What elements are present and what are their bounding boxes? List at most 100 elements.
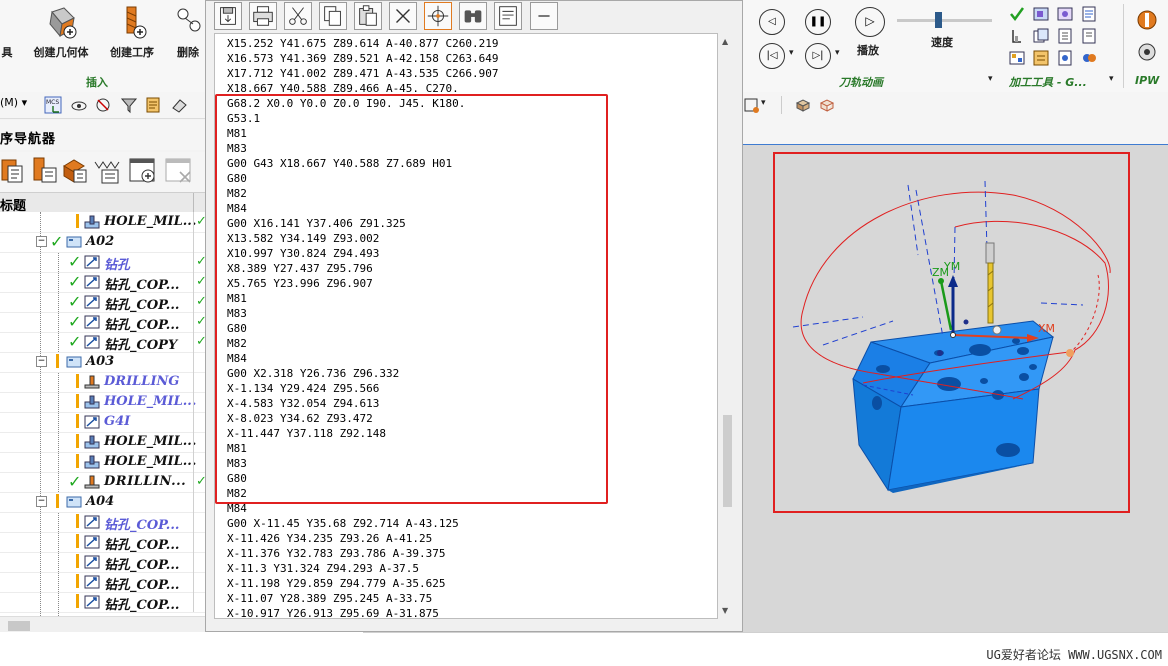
output-cls-icon[interactable] <box>1009 50 1025 66</box>
verify-icon[interactable] <box>1009 6 1025 22</box>
nc-code-line[interactable]: X-11.376 Y32.783 Z93.786 A-39.375 <box>227 546 499 561</box>
nc-code-line[interactable]: G80 <box>227 471 499 486</box>
tree-row-selected[interactable]: ✓ DRILLIN... ✓ <box>0 472 205 493</box>
nc-code-line[interactable]: X-11.426 Y34.235 Z93.26 A-41.25 <box>227 531 499 546</box>
create-geometry-button[interactable]: 创建几何体 <box>26 4 96 60</box>
selection-filter-icon[interactable] <box>743 97 759 113</box>
machine-tool-view-icon[interactable] <box>30 156 60 186</box>
scrollbar-thumb[interactable] <box>8 621 30 631</box>
nc-code-line[interactable]: M83 <box>227 456 499 471</box>
nc-code-line[interactable]: M83 <box>227 141 499 156</box>
save-icon[interactable] <box>214 2 242 30</box>
mode-dropdown[interactable]: (M) ▾ <box>0 96 27 114</box>
nc-code-line[interactable]: X-11.447 Y37.118 Z92.148 <box>227 426 499 441</box>
nc-code-line[interactable]: M82 <box>227 186 499 201</box>
delete-button[interactable]: 删除 <box>168 4 208 60</box>
tree-row[interactable]: ✓ 钻孔_COP... ✓ <box>0 312 205 333</box>
scrollbar-thumb[interactable] <box>723 415 732 507</box>
nc-code-line[interactable]: X-11.07 Y28.389 Z95.245 A-33.75 <box>227 591 499 606</box>
graphics-viewport[interactable]: ZM YM XM <box>743 145 1168 632</box>
nc-code-line[interactable]: M84 <box>227 501 499 516</box>
wrap-text-icon[interactable] <box>494 2 522 30</box>
geometry-view-icon[interactable] <box>60 156 90 186</box>
eraser-icon[interactable] <box>170 96 188 114</box>
create-operation-button[interactable]: 创建工序 <box>104 4 160 60</box>
collapse-icon[interactable]: − <box>36 236 47 247</box>
nc-code-line[interactable]: G80 <box>227 321 499 336</box>
copy-icon[interactable] <box>319 2 347 30</box>
nc-code-line[interactable]: X-4.583 Y32.054 Z94.613 <box>227 396 499 411</box>
nc-code-line[interactable]: G80 <box>227 171 499 186</box>
mcs-icon[interactable]: MCS <box>44 96 62 114</box>
tree-row[interactable]: HOLE_MIL... <box>0 392 205 413</box>
scroll-down-icon[interactable]: ▼ <box>722 606 728 615</box>
nc-code-line[interactable]: M82 <box>227 486 499 501</box>
dropdown-arrow-icon[interactable]: ▾ <box>835 48 840 58</box>
shop-doc-icon[interactable] <box>1057 50 1073 66</box>
tree-row-group[interactable]: − A03 <box>0 352 205 373</box>
wireframe-view-icon[interactable] <box>819 97 835 113</box>
shop-docs-icon[interactable] <box>1033 28 1049 44</box>
nc-code-listing[interactable]: X15.252 Y41.675 Z89.614 A-40.877 C260.21… <box>214 33 718 619</box>
nc-code-line[interactable]: X18.667 Y40.588 Z89.466 A-45. C270. <box>227 81 499 96</box>
pause-button[interactable]: ❚❚ <box>805 9 831 35</box>
nc-code-line[interactable]: G00 X16.141 Y37.406 Z91.325 <box>227 216 499 231</box>
nc-code-line[interactable]: X16.573 Y41.369 Z89.521 A-42.158 C263.64… <box>227 51 499 66</box>
dropdown-arrow-icon[interactable]: ▾ <box>988 74 993 84</box>
dropdown-arrow-icon[interactable]: ▾ <box>789 48 794 58</box>
shaded-view-icon[interactable] <box>795 97 811 113</box>
tree-row[interactable]: G4I <box>0 412 205 433</box>
nc-code-line[interactable]: X-11.3 Y31.324 Z94.293 A-37.5 <box>227 561 499 576</box>
nc-code-line[interactable]: X-11.198 Y29.859 Z94.779 A-35.625 <box>227 576 499 591</box>
program-icon[interactable] <box>144 96 162 114</box>
find-icon[interactable] <box>459 2 487 30</box>
speed-slider-track[interactable] <box>897 19 992 22</box>
tree-row-group[interactable]: − A04 <box>0 492 205 513</box>
delete-icon[interactable] <box>389 2 417 30</box>
nc-code-line[interactable]: X17.712 Y41.002 Z89.471 A-43.535 C266.90… <box>227 66 499 81</box>
tree-row[interactable]: HOLE_MIL... <box>0 432 205 453</box>
tree-row[interactable]: 钻孔_COP... <box>0 512 205 533</box>
tree-row[interactable]: HOLE_MIL... <box>0 452 205 473</box>
collapse-icon[interactable]: − <box>36 496 47 507</box>
tree-row[interactable]: ✓ 钻孔_COPY ✓ <box>0 332 205 353</box>
paste-icon[interactable] <box>354 2 382 30</box>
tree-row[interactable]: 钻孔_COP... <box>0 532 205 553</box>
tree-row[interactable]: 钻孔_COP... <box>0 592 205 613</box>
minimize-icon[interactable] <box>530 2 558 30</box>
nc-code-line[interactable]: X-10.917 Y26.913 Z95.69 A-31.875 <box>227 606 499 618</box>
filter-icon[interactable] <box>120 96 138 114</box>
nc-code-line[interactable]: G53.1 <box>227 111 499 126</box>
tree-row-group[interactable]: − ✓ A02 <box>0 232 205 253</box>
locate-icon[interactable] <box>424 2 452 30</box>
nc-code-line[interactable]: M81 <box>227 126 499 141</box>
nc-code-line[interactable]: X15.252 Y41.675 Z89.614 A-40.877 C260.21… <box>227 36 499 51</box>
nc-code-line[interactable]: X5.765 Y23.996 Z96.907 <box>227 276 499 291</box>
tree-row[interactable]: ✓ 钻孔 ✓ <box>0 252 205 273</box>
nc-code-line[interactable]: M82 <box>227 336 499 351</box>
tree-row[interactable]: 钻孔_COP... <box>0 552 205 573</box>
program-order-view-icon[interactable] <box>0 156 30 186</box>
tree-row[interactable]: HOLE_MIL... ✓ <box>0 212 205 233</box>
view-icon[interactable] <box>70 96 88 114</box>
new-window-icon[interactable] <box>128 156 158 186</box>
tree-row[interactable]: DRILLING <box>0 372 205 393</box>
document-icon[interactable] <box>1081 28 1097 44</box>
step-back-button[interactable]: ◁ <box>759 9 785 35</box>
dropdown-arrow-icon[interactable]: ▾ <box>761 98 766 108</box>
nc-code-line[interactable]: X8.389 Y27.437 Z95.796 <box>227 261 499 276</box>
nc-vertical-scrollbar[interactable]: ▲ ▼ <box>718 33 736 619</box>
report-icon[interactable] <box>1057 28 1073 44</box>
ipw-icon[interactable] <box>1135 8 1159 32</box>
step-end-button[interactable]: ▷| <box>805 43 831 69</box>
tool-length-icon[interactable] <box>1009 28 1025 44</box>
nc-code-line[interactable]: M83 <box>227 306 499 321</box>
method-view-icon[interactable] <box>92 156 122 186</box>
nc-code-line[interactable]: G00 G43 X18.667 Y40.588 Z7.689 H01 <box>227 156 499 171</box>
machining-feature-icon[interactable] <box>1081 50 1097 66</box>
nc-code-line[interactable]: X10.997 Y30.824 Z94.493 <box>227 246 499 261</box>
dropdown-arrow-icon[interactable]: ▾ <box>1109 74 1114 84</box>
nc-code-line[interactable]: X13.582 Y34.149 Z93.002 <box>227 231 499 246</box>
nc-code-line[interactable]: M81 <box>227 291 499 306</box>
tool-button[interactable]: 具 <box>0 4 18 60</box>
